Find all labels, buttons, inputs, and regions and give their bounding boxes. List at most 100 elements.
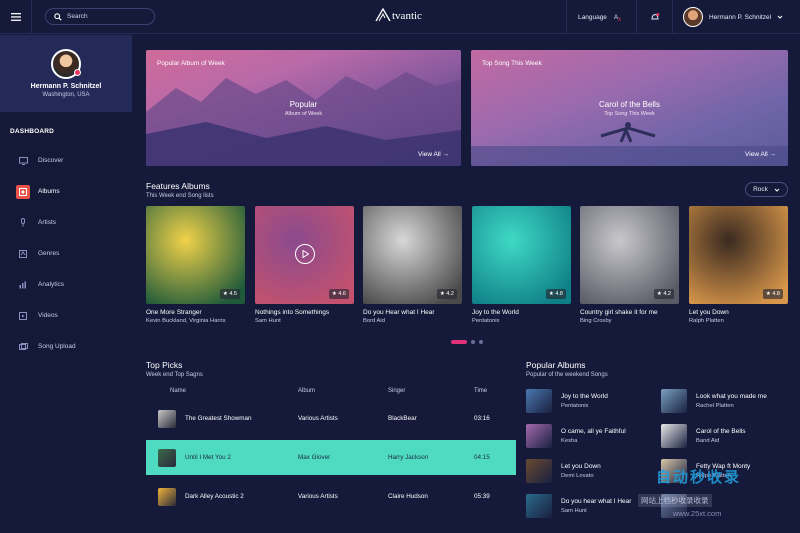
sidebar-item-label: Artists <box>38 219 57 226</box>
features-title: Features Albums <box>146 181 210 191</box>
page-dot-active[interactable] <box>451 340 467 344</box>
album-title[interactable]: Do you Hear what I Hear <box>363 309 462 316</box>
song-album: Various Artists <box>298 415 338 422</box>
watermark-url: www.25xt.com <box>673 509 722 518</box>
sidebar-item-genres[interactable]: Genres <box>0 238 132 269</box>
table-row[interactable]: The Greatest Showman Various Artists Black… <box>146 401 516 436</box>
song-singer: Harry Jackson <box>388 454 429 461</box>
sidebar-item-analytics[interactable]: Analytics <box>0 269 132 300</box>
popular-album-thumbnail <box>526 494 552 518</box>
album-artist: Kevin Buckland, Virginia Harris <box>146 318 226 324</box>
genre-filter-value: Rock <box>753 186 768 193</box>
song-thumbnail <box>158 448 176 467</box>
column-header-time: Time <box>474 388 488 394</box>
album-card[interactable]: ★ 4.8 Let you Down Ralph Platten <box>689 206 788 324</box>
dashboard-heading: DASHBOARD <box>10 128 55 135</box>
sidebar-item-song-upload[interactable]: Song Upload <box>0 331 132 362</box>
features-subtitle: This Week end Song lists <box>146 193 214 199</box>
album-title[interactable]: Let you Down <box>689 309 788 316</box>
album-cover[interactable]: ★ 4.8 <box>689 206 788 304</box>
profile-card: Hermann P. Schnitzel Washington, USA <box>0 35 132 112</box>
popular-album-item[interactable]: Look what you made me Rachel Platten <box>661 389 791 413</box>
watermark: 自动秒收录 网站上档秒收录收录 www.25xt.com <box>628 462 783 522</box>
album-title[interactable]: One More Stranger <box>146 309 245 316</box>
user-menu[interactable]: Hermann P. Schnitzel <box>672 0 800 34</box>
song-name: The Greatest Showman <box>185 415 252 422</box>
sidebar-nav: Discover Albums Artists Genres Analytics… <box>0 145 132 362</box>
album-card[interactable]: ★ 4.2 Country girl shake it for me Bing Cr… <box>580 206 679 324</box>
popular-album-artist: Band Aid <box>696 438 720 444</box>
hamburger-menu-icon[interactable] <box>0 0 32 34</box>
microphone-icon <box>18 218 28 228</box>
sidebar-item-discover[interactable]: Discover <box>0 145 132 176</box>
album-cover[interactable]: ★ 4.5 <box>146 206 245 304</box>
notification-button[interactable] <box>636 0 672 34</box>
search-box[interactable] <box>45 8 155 25</box>
chevron-down-icon <box>777 15 783 19</box>
language-selector[interactable]: Language Ax <box>566 0 636 34</box>
album-title[interactable]: Nothings into Somethings <box>255 309 354 316</box>
popular-album-banner[interactable]: Popular Album of Week Popular Album of W… <box>146 50 461 166</box>
search-input[interactable] <box>67 13 147 20</box>
user-name: Hermann P. Schnitzel <box>709 13 772 21</box>
song-singer: Claire Hudson <box>388 493 428 500</box>
banner-title: Popular <box>289 100 318 109</box>
song-thumbnail <box>158 409 176 428</box>
genre-filter-dropdown[interactable]: Rock <box>745 182 788 197</box>
album-cover[interactable]: ★ 4.2 <box>363 206 462 304</box>
profile-name: Hermann P. Schnitzel <box>30 83 102 90</box>
table-row[interactable]: Until I Met You 2 Max Glover Harry Jackson… <box>146 440 516 475</box>
table-row[interactable]: Dark Alley Acoustic 2 Various Artists Clai… <box>146 479 516 514</box>
column-header-singer: Singer <box>388 388 406 394</box>
view-all-link[interactable]: View All → <box>418 151 449 158</box>
upload-icon <box>18 342 28 352</box>
popular-albums-subtitle: Popular of the weekend Songs <box>526 372 608 378</box>
play-icon[interactable] <box>295 244 315 264</box>
album-card[interactable]: ★ 4.2 Do you Hear what I Hear Bord Aid <box>363 206 462 324</box>
popular-album-item[interactable]: Joy to the World Pentatonix <box>526 389 656 413</box>
carousel-pagination <box>451 340 483 344</box>
profile-location: Washington, USA <box>42 92 90 98</box>
popular-album-name: Let you Down <box>561 463 601 470</box>
top-picks-subtitle: Week end Top Sagns <box>146 372 203 378</box>
album-artist: Ralph Platten <box>689 318 724 324</box>
sidebar-item-label: Analytics <box>38 281 65 288</box>
page-dot[interactable] <box>471 340 475 344</box>
popular-album-item[interactable]: O came, all ye Faithful Kesha <box>526 424 656 448</box>
logo-mark-icon <box>375 8 391 22</box>
sidebar-item-label: Videos <box>38 312 58 319</box>
banner-subtitle: Album of Week <box>284 111 323 117</box>
popular-album-item[interactable]: Carol of the Bells Band Aid <box>661 424 791 448</box>
sidebar-item-albums[interactable]: Albums <box>0 176 132 207</box>
app-logo[interactable]: tvantic <box>375 8 422 22</box>
album-title[interactable]: Country girl shake it for me <box>580 309 679 316</box>
page-dot[interactable] <box>479 340 483 344</box>
genre-icon <box>18 249 28 259</box>
profile-avatar[interactable] <box>51 49 81 79</box>
song-time: 05:39 <box>474 493 490 500</box>
popular-album-artist: Rachel Platten <box>696 403 734 409</box>
sidebar: Hermann P. Schnitzel Washington, USA DAS… <box>0 35 132 533</box>
watermark-line: 网站上档秒收录收录 <box>638 494 712 507</box>
song-name: Dark Alley Acoustic 2 <box>185 493 244 500</box>
album-cover[interactable]: ★ 4.8 <box>472 206 571 304</box>
top-bar: tvantic Language Ax Hermann P. Schnitzel <box>0 0 800 34</box>
popular-album-name: Look what you made me <box>696 393 767 400</box>
top-song-banner[interactable]: Top Song This Week Carol of the Bells To… <box>471 50 788 166</box>
album-cover[interactable]: ★ 4.2 <box>580 206 679 304</box>
album-title[interactable]: Joy to the World <box>472 309 571 316</box>
sidebar-item-label: Song Upload <box>38 343 76 350</box>
sidebar-item-artists[interactable]: Artists <box>0 207 132 238</box>
rating-badge: ★ 4.2 <box>653 289 674 299</box>
popular-album-artist: Pentatonix <box>561 403 589 409</box>
album-cover[interactable]: ★ 4.6 <box>255 206 354 304</box>
album-card[interactable]: ★ 4.8 Joy to the World Pentatonix <box>472 206 571 324</box>
rating-badge: ★ 4.2 <box>436 289 457 299</box>
sidebar-item-videos[interactable]: Videos <box>0 300 132 331</box>
album-card[interactable]: ★ 4.5 One More Stranger Kevin Buckland, Vi… <box>146 206 245 324</box>
view-all-link[interactable]: View All → <box>745 151 776 158</box>
popular-album-artist: Sam Hunt <box>561 508 587 514</box>
album-card[interactable]: ★ 4.6 Nothings into Somethings Sam Hunt <box>255 206 354 324</box>
song-singer: BlackBear <box>388 415 417 422</box>
popular-album-artist: Kesha <box>561 438 578 444</box>
